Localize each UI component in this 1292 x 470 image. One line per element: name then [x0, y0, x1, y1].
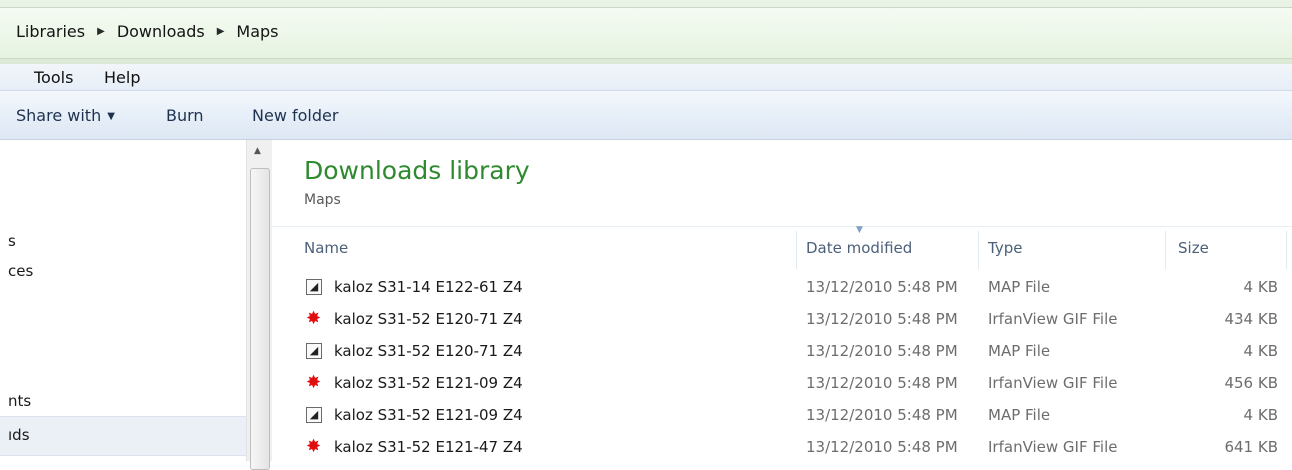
breadcrumb-maps[interactable]: Maps — [234, 22, 280, 41]
breadcrumb[interactable]: Libraries ▶ Downloads ▶ Maps — [0, 7, 1292, 59]
file-row[interactable]: ◢ kaloz S31-14 E122-61 Z4 13/12/2010 5:4… — [272, 272, 1292, 304]
scroll-up-arrow-icon[interactable]: ▲ — [254, 146, 261, 156]
menu-help[interactable]: Help — [104, 68, 140, 87]
new-folder-button[interactable]: New folder — [252, 106, 338, 125]
file-row[interactable]: ◢ kaloz S31-52 E120-71 Z4 13/12/2010 5:4… — [272, 336, 1292, 368]
file-date: 13/12/2010 5:48 PM — [806, 374, 958, 392]
chevron-right-icon[interactable]: ▶ — [217, 26, 225, 37]
menu-tools[interactable]: Tools — [34, 68, 73, 87]
file-date: 13/12/2010 5:48 PM — [806, 342, 958, 360]
sort-indicator-icon: ▼ — [856, 225, 863, 235]
nav-item-label: ıds — [8, 426, 30, 444]
share-with-button[interactable]: Share with ▼ — [16, 106, 115, 125]
file-size: 4 KB — [1243, 278, 1278, 296]
file-name: kaloz S31-52 E120-71 Z4 — [334, 310, 523, 328]
file-row[interactable]: ✸ kaloz S31-52 E120-71 Z4 13/12/2010 5:4… — [272, 304, 1292, 336]
nav-item-selected[interactable]: ıds — [0, 416, 246, 456]
burn-button[interactable]: Burn — [166, 106, 204, 125]
column-divider[interactable] — [1286, 231, 1287, 269]
share-with-label: Share with — [16, 106, 102, 125]
nav-item[interactable]: ces — [8, 262, 33, 280]
column-divider[interactable] — [796, 231, 797, 269]
file-name: kaloz S31-14 E122-61 Z4 — [334, 278, 523, 296]
column-header-name[interactable]: Name — [304, 239, 348, 257]
column-divider[interactable] — [978, 231, 979, 269]
file-name: kaloz S31-52 E121-09 Z4 — [334, 406, 523, 424]
dropdown-arrow-icon: ▼ — [107, 111, 115, 122]
address-bar: Libraries ▶ Downloads ▶ Maps — [0, 0, 1292, 65]
file-row[interactable]: ✸ kaloz S31-52 E121-47 Z4 13/12/2010 5:4… — [272, 432, 1292, 464]
map-file-icon: ◢ — [306, 279, 322, 295]
file-date: 13/12/2010 5:48 PM — [806, 278, 958, 296]
nav-scrollbar[interactable]: ▲ — [246, 140, 274, 470]
file-date: 13/12/2010 5:48 PM — [806, 310, 958, 328]
column-divider[interactable] — [1165, 231, 1166, 269]
column-header-row: ▼ Name Date modified Type Size — [272, 225, 1292, 271]
file-date: 13/12/2010 5:48 PM — [806, 406, 958, 424]
column-header-date-modified[interactable]: Date modified — [806, 239, 912, 257]
file-name: kaloz S31-52 E121-47 Z4 — [334, 438, 523, 456]
file-row[interactable]: ◢ kaloz S31-52 E121-09 Z4 13/12/2010 5:4… — [272, 400, 1292, 432]
breadcrumb-libraries[interactable]: Libraries — [14, 22, 87, 41]
navigation-pane: s ces nts ıds — [0, 140, 246, 461]
command-bar: Share with ▼ Burn New folder — [0, 91, 1292, 140]
map-file-icon: ◢ — [306, 343, 322, 359]
nav-item[interactable]: s — [8, 232, 16, 250]
file-type: IrfanView GIF File — [988, 310, 1118, 328]
file-type: MAP File — [988, 278, 1051, 296]
file-row[interactable]: ✸ kaloz S31-52 E121-09 Z4 13/12/2010 5:4… — [272, 368, 1292, 400]
file-size: 4 KB — [1243, 342, 1278, 360]
irfanview-gif-icon: ✸ — [306, 436, 322, 457]
file-name: kaloz S31-52 E121-09 Z4 — [334, 374, 523, 392]
library-subtitle: Maps — [304, 192, 341, 208]
file-size: 434 KB — [1224, 310, 1278, 328]
menu-bar: Tools Help — [0, 64, 1292, 91]
file-type: IrfanView GIF File — [988, 438, 1118, 456]
file-list-pane: Downloads library Maps ▼ Name Date modif… — [272, 140, 1292, 461]
file-size: 456 KB — [1224, 374, 1278, 392]
irfanview-gif-icon: ✸ — [306, 308, 322, 329]
nav-item[interactable]: nts — [8, 392, 31, 410]
map-file-icon: ◢ — [306, 407, 322, 423]
file-type: MAP File — [988, 342, 1051, 360]
irfanview-gif-icon: ✸ — [306, 372, 322, 393]
chevron-right-icon[interactable]: ▶ — [97, 26, 105, 37]
file-date: 13/12/2010 5:48 PM — [806, 438, 958, 456]
file-type: MAP File — [988, 406, 1051, 424]
file-type: IrfanView GIF File — [988, 374, 1118, 392]
file-size: 641 KB — [1224, 438, 1278, 456]
column-header-type[interactable]: Type — [988, 239, 1022, 257]
column-header-size[interactable]: Size — [1178, 239, 1209, 257]
scroll-thumb[interactable] — [250, 168, 270, 470]
breadcrumb-downloads[interactable]: Downloads — [115, 22, 207, 41]
file-size: 4 KB — [1243, 406, 1278, 424]
library-title: Downloads library — [304, 156, 530, 185]
file-name: kaloz S31-52 E120-71 Z4 — [334, 342, 523, 360]
